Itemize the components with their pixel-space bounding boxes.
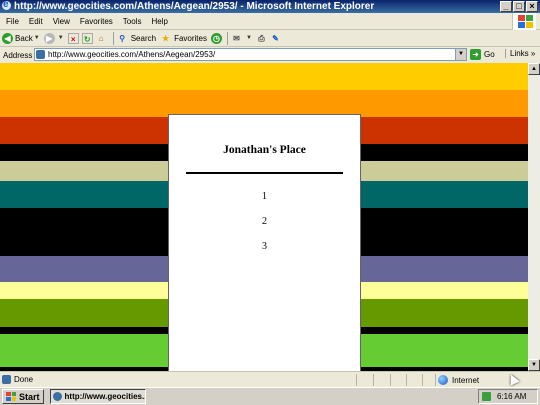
window-controls: _ □ × — [500, 1, 538, 12]
search-label: Search — [130, 33, 157, 43]
security-zone: Internet — [438, 375, 479, 385]
back-label: Back — [15, 33, 33, 43]
status-text: Done — [14, 375, 34, 384]
address-url: http://www.geocities.com/Athens/Aegean/2… — [48, 50, 216, 59]
go-label: Go — [484, 50, 495, 59]
page-content: Jonathan's Place 1 2 3 — [0, 63, 528, 371]
mail-icon[interactable]: ✉ — [231, 33, 242, 44]
back-dropdown-icon[interactable]: ▼ — [34, 35, 40, 41]
start-label: Start — [19, 391, 40, 402]
go-button[interactable]: ➜ Go — [470, 49, 495, 60]
close-button[interactable]: × — [526, 1, 538, 12]
background-stripe — [0, 63, 528, 90]
favorites-label: Favorites — [174, 33, 207, 43]
menu-favorites[interactable]: Favorites — [75, 13, 118, 30]
links-more-icon: » — [530, 49, 536, 58]
background-stripe — [0, 90, 528, 117]
back-button[interactable]: ◀ Back ▼ — [2, 32, 40, 44]
status-bar: Done Internet — [0, 371, 540, 387]
window-title: http://www.geocities.com/Athens/Aegean/2… — [14, 1, 375, 12]
menu-view[interactable]: View — [48, 13, 75, 30]
home-icon[interactable]: ⌂ — [96, 33, 107, 44]
address-bar: Address http://www.geocities.com/Athens/… — [0, 47, 540, 63]
ie-task-icon — [52, 392, 62, 401]
network-tray-icon[interactable] — [482, 392, 491, 401]
status-pane — [435, 374, 436, 386]
menu-edit[interactable]: Edit — [24, 13, 48, 30]
standard-toolbar: ◀ Back ▼ ▶ ▼ × ↻ ⌂ ⚲ Search ★ Favorites ◷ … — [0, 30, 540, 47]
page-done-icon — [2, 375, 11, 384]
taskbar-ie-window[interactable]: http://www.geocities.... — [49, 389, 146, 404]
start-button[interactable]: Start — [2, 389, 44, 404]
favorites-button[interactable]: ★ Favorites — [160, 33, 207, 44]
forward-button[interactable]: ▶ ▼ — [43, 32, 64, 44]
windows-logo-icon — [512, 13, 536, 30]
task-label: http://www.geocities.... — [64, 392, 146, 401]
status-pane — [356, 374, 357, 386]
links-button[interactable]: Links » — [505, 49, 535, 58]
menu-help[interactable]: Help — [146, 13, 172, 30]
address-label: Address — [3, 50, 33, 60]
address-dropdown-icon[interactable]: ▼ — [455, 49, 466, 60]
status-pane — [373, 374, 374, 386]
taskbar: Start http://www.geocities.... 6:16 AM — [0, 387, 540, 405]
menu-tools[interactable]: Tools — [118, 13, 147, 30]
window-title-bar[interactable]: http://www.geocities.com/Athens/Aegean/2… — [0, 0, 540, 13]
maximize-button[interactable]: □ — [513, 1, 525, 12]
page-link-3[interactable]: 3 — [169, 241, 360, 252]
status-pane — [406, 374, 407, 386]
menu-file[interactable]: File — [0, 13, 24, 30]
search-icon: ⚲ — [119, 33, 126, 43]
status-pane — [390, 374, 391, 386]
forward-dropdown-icon[interactable]: ▼ — [58, 35, 64, 41]
edit-page-icon[interactable]: ✎ — [270, 33, 281, 44]
page-icon — [36, 50, 45, 59]
scroll-up-icon[interactable]: ▲ — [528, 63, 540, 75]
horizontal-rule — [186, 172, 343, 174]
toolbar-separator — [226, 31, 228, 45]
favorites-star-icon: ★ — [161, 33, 170, 43]
ie-logo-icon — [2, 0, 11, 11]
page-title: Jonathan's Place — [223, 144, 306, 156]
scroll-down-icon[interactable]: ▼ — [528, 359, 540, 371]
system-tray: 6:16 AM — [478, 389, 538, 404]
page-link-1[interactable]: 1 — [169, 191, 360, 202]
links-label: Links — [510, 49, 529, 58]
back-arrow-icon: ◀ — [2, 32, 13, 44]
status-pane — [422, 374, 423, 386]
toolbar-separator — [112, 31, 114, 45]
internet-globe-icon — [438, 375, 448, 385]
mail-dropdown-icon[interactable]: ▼ — [246, 35, 252, 41]
windows-flag-icon — [6, 392, 16, 401]
print-icon[interactable]: ⎙ — [256, 33, 267, 44]
go-arrow-icon: ➜ — [470, 49, 481, 60]
address-input[interactable]: http://www.geocities.com/Athens/Aegean/2… — [34, 48, 467, 61]
forward-arrow-icon: ▶ — [43, 32, 55, 44]
stop-icon[interactable]: × — [67, 32, 79, 44]
vertical-scrollbar[interactable]: ▲ ▼ — [528, 63, 540, 371]
zone-label: Internet — [452, 375, 480, 385]
menu-bar: File Edit View Favorites Tools Help — [0, 13, 540, 30]
page-link-2[interactable]: 2 — [169, 216, 360, 227]
refresh-icon[interactable]: ↻ — [81, 32, 93, 44]
clock: 6:16 AM — [497, 392, 527, 401]
history-icon[interactable]: ◷ — [210, 32, 222, 44]
search-button[interactable]: ⚲ Search — [117, 33, 156, 44]
minimize-button[interactable]: _ — [500, 1, 512, 12]
center-panel: Jonathan's Place 1 2 3 — [168, 114, 361, 371]
